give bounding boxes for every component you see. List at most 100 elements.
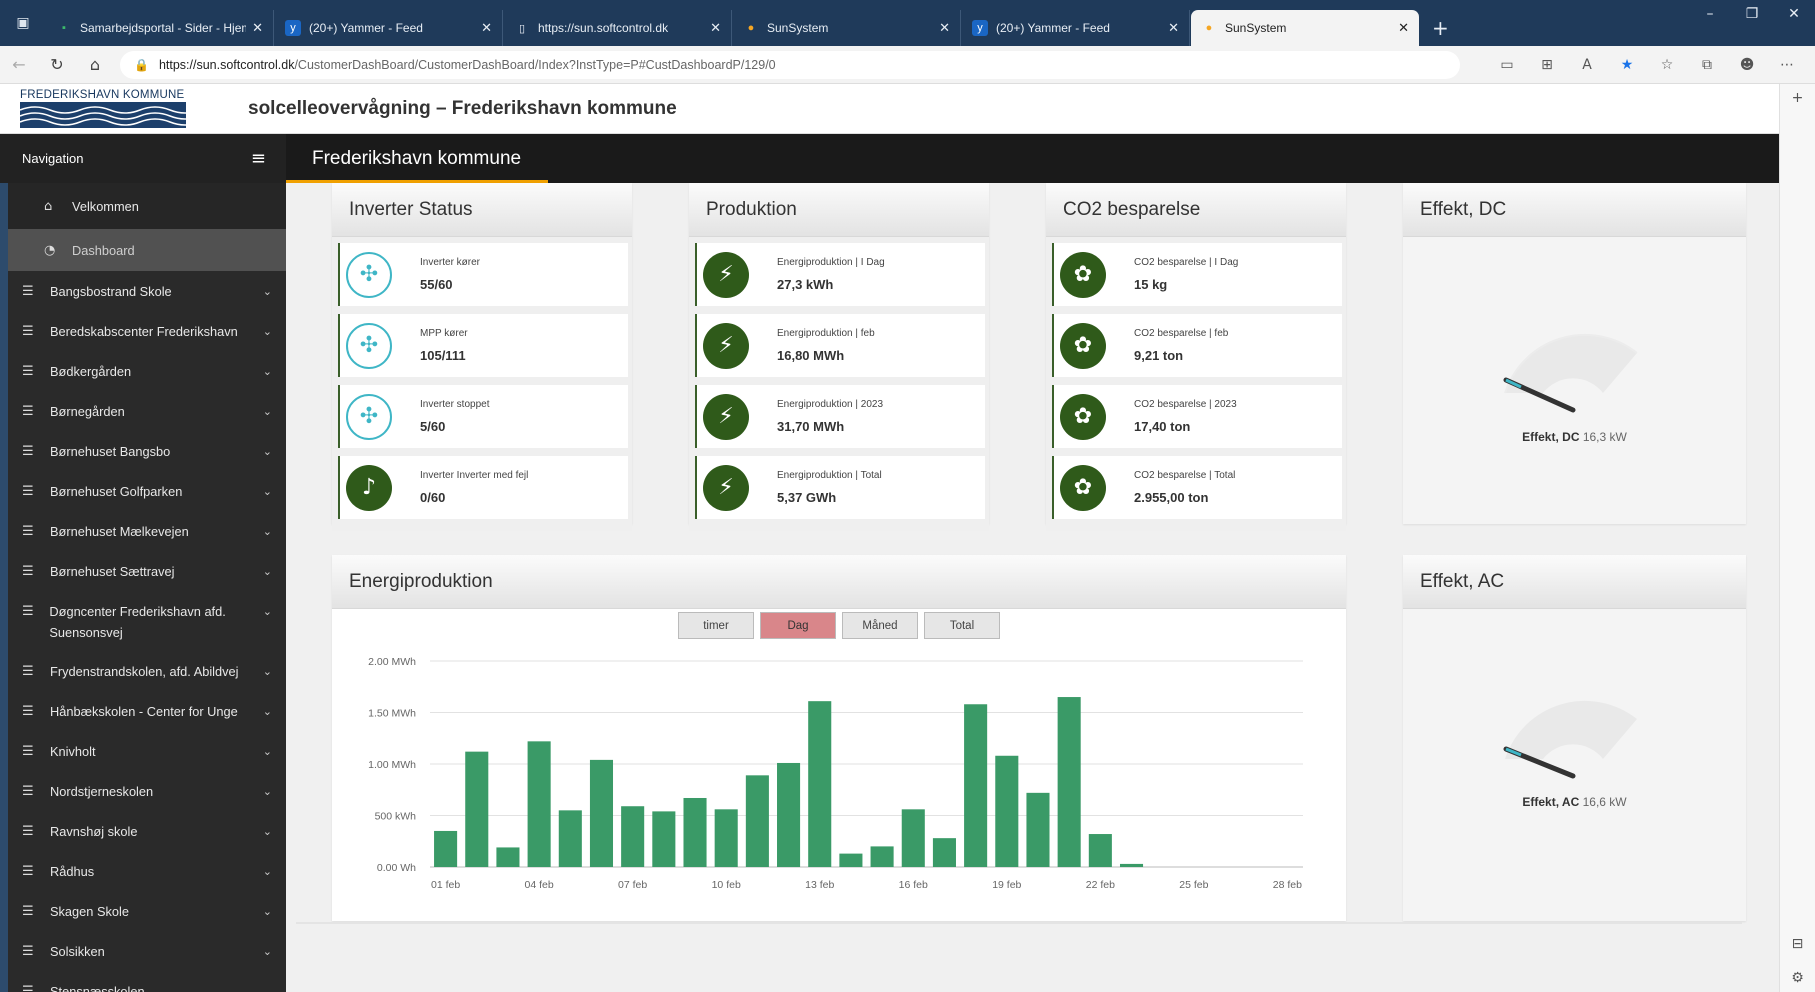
apps-icon[interactable]: ⊞ bbox=[1527, 57, 1567, 73]
hamburger-menu-icon[interactable]: ≡ bbox=[251, 148, 266, 169]
sidebar-item-site[interactable]: ☰ Børnegården ⌄ bbox=[8, 391, 286, 431]
bar-02-feb[interactable] bbox=[465, 751, 489, 867]
sidebar-item-site[interactable]: ☰ Rådhus ⌄ bbox=[8, 851, 286, 891]
add-icon[interactable]: + bbox=[1780, 90, 1815, 106]
chevron-down-icon[interactable]: ⌄ bbox=[263, 785, 272, 798]
browser-tab[interactable]: y (20+) Yammer - Feed ✕ bbox=[962, 10, 1190, 46]
chevron-down-icon[interactable]: ⌄ bbox=[263, 985, 272, 992]
favorites-icon[interactable]: ☆ bbox=[1647, 57, 1687, 73]
chevron-down-icon[interactable]: ⌄ bbox=[263, 565, 272, 578]
favorite-star-icon[interactable]: ★ bbox=[1607, 57, 1647, 73]
minimize-icon[interactable]: – bbox=[1689, 6, 1731, 22]
bar-18-feb[interactable] bbox=[964, 704, 988, 867]
sidebar-item-site[interactable]: ☰ Bangsbostrand Skole ⌄ bbox=[8, 271, 286, 311]
lightbulb-icon: ✿ bbox=[1060, 393, 1106, 440]
bar-21-feb[interactable] bbox=[1057, 697, 1081, 867]
chevron-down-icon[interactable]: ⌄ bbox=[263, 365, 272, 378]
sidebar-item-site[interactable]: ☰ Børnehuset Bangsbo ⌄ bbox=[8, 431, 286, 471]
browser-tab[interactable]: ● SunSystem ✕ bbox=[733, 10, 961, 46]
bar-10-feb[interactable] bbox=[714, 809, 738, 867]
sidebar-item-site[interactable]: ☰ Døgncenter Frederikshavn afd. Suensonsv… bbox=[8, 591, 286, 651]
chevron-down-icon[interactable]: ⌄ bbox=[263, 745, 272, 758]
sidebar-item-site[interactable]: ☰ Knivholt ⌄ bbox=[8, 731, 286, 771]
sidebar-item-site[interactable]: ☰ Bødkergården ⌄ bbox=[8, 351, 286, 391]
bar-07-feb[interactable] bbox=[621, 806, 645, 867]
close-icon[interactable]: ✕ bbox=[1168, 21, 1179, 36]
bar-09-feb[interactable] bbox=[683, 797, 707, 867]
period-button-total[interactable]: Total bbox=[924, 612, 1000, 639]
bar-12-feb[interactable] bbox=[777, 762, 801, 867]
reader-icon[interactable]: ▭ bbox=[1487, 57, 1527, 73]
close-window-icon[interactable]: ✕ bbox=[1773, 6, 1815, 22]
sidebar-item-velkommen[interactable]: ⌂ Velkommen bbox=[8, 183, 286, 229]
bar-13-feb[interactable] bbox=[808, 701, 832, 867]
browser-tab-active[interactable]: ● SunSystem ✕ bbox=[1191, 10, 1419, 46]
sidebar-item-site[interactable]: ☰ Stensnæsskolen ⌄ bbox=[8, 971, 286, 992]
back-icon[interactable]: ← bbox=[0, 55, 38, 74]
split-screen-icon[interactable]: ⊟ bbox=[1780, 936, 1815, 952]
tab-actions-icon[interactable]: ▣ bbox=[0, 0, 46, 46]
bar-20-feb[interactable] bbox=[1026, 792, 1050, 867]
bar-11-feb[interactable] bbox=[745, 775, 769, 867]
close-icon[interactable]: ✕ bbox=[252, 21, 263, 36]
sidebar-item-site[interactable]: ☰ Skagen Skole ⌄ bbox=[8, 891, 286, 931]
sidebar-item-site[interactable]: ☰ Nordstjerneskolen ⌄ bbox=[8, 771, 286, 811]
refresh-icon[interactable]: ↻ bbox=[38, 55, 76, 74]
browser-tab[interactable]: y (20+) Yammer - Feed ✕ bbox=[275, 10, 503, 46]
sidebar-item-dashboard[interactable]: ◔ Dashboard bbox=[8, 229, 286, 271]
sidebar-item-site[interactable]: ☰ Solsikken ⌄ bbox=[8, 931, 286, 971]
chevron-down-icon[interactable]: ⌄ bbox=[263, 665, 272, 678]
restore-icon[interactable]: ❐ bbox=[1731, 6, 1773, 22]
sidebar-item-site[interactable]: ☰ Hånbækskolen - Center for Unge ⌄ bbox=[8, 691, 286, 731]
panel-title: Inverter Status bbox=[332, 183, 632, 237]
sidebar-item-site[interactable]: ☰ Børnehuset Sættravej ⌄ bbox=[8, 551, 286, 591]
close-icon[interactable]: ✕ bbox=[481, 21, 492, 36]
url-field[interactable]: 🔒 https://sun.softcontrol.dk/CustomerDas… bbox=[120, 50, 1460, 79]
chevron-down-icon[interactable]: ⌄ bbox=[263, 865, 272, 878]
bar-06-feb[interactable] bbox=[589, 759, 614, 867]
home-icon[interactable]: ⌂ bbox=[76, 55, 114, 74]
browser-tab[interactable]: ▪ Samarbejdsportal - Sider - Hjem ✕ bbox=[46, 10, 274, 46]
collections-icon[interactable]: ⧉ bbox=[1687, 57, 1727, 73]
sidebar-item-site[interactable]: ☰ Beredskabscenter Frederikshavn ⌄ bbox=[8, 311, 286, 351]
bar-14-feb[interactable] bbox=[839, 853, 863, 867]
close-icon[interactable]: ✕ bbox=[939, 21, 950, 36]
bar-01-feb[interactable] bbox=[434, 830, 458, 867]
bar-16-feb[interactable] bbox=[901, 809, 925, 867]
bar-17-feb[interactable] bbox=[932, 838, 956, 867]
sidebar-item-site[interactable]: ☰ Børnehuset Mælkevejen ⌄ bbox=[8, 511, 286, 551]
period-button-dag[interactable]: Dag bbox=[760, 612, 836, 639]
chevron-down-icon[interactable]: ⌄ bbox=[263, 485, 272, 498]
more-icon[interactable]: ⋯ bbox=[1767, 57, 1807, 73]
chevron-down-icon[interactable]: ⌄ bbox=[263, 405, 272, 418]
bar-05-feb[interactable] bbox=[558, 810, 582, 867]
bar-15-feb[interactable] bbox=[870, 846, 894, 867]
sidebar-item-site[interactable]: ☰ Ravnshøj skole ⌄ bbox=[8, 811, 286, 851]
bar-19-feb[interactable] bbox=[995, 755, 1019, 867]
chevron-down-icon[interactable]: ⌄ bbox=[263, 285, 272, 298]
sidebar-item-site[interactable]: ☰ Frydenstrandskolen, afd. Abildvej ⌄ bbox=[8, 651, 286, 691]
period-button-mned[interactable]: Måned bbox=[842, 612, 918, 639]
chevron-down-icon[interactable]: ⌄ bbox=[263, 445, 272, 458]
close-icon[interactable]: ✕ bbox=[1398, 21, 1409, 36]
chevron-down-icon[interactable]: ⌄ bbox=[263, 905, 272, 918]
bar-22-feb[interactable] bbox=[1088, 834, 1112, 867]
chevron-down-icon[interactable]: ⌄ bbox=[263, 705, 272, 718]
chevron-down-icon[interactable]: ⌄ bbox=[263, 825, 272, 838]
chevron-down-icon[interactable]: ⌄ bbox=[263, 525, 272, 538]
settings-icon[interactable]: ⚙ bbox=[1780, 970, 1815, 986]
close-icon[interactable]: ✕ bbox=[710, 21, 721, 36]
chevron-down-icon[interactable]: ⌄ bbox=[263, 945, 272, 958]
bar-04-feb[interactable] bbox=[527, 741, 551, 867]
period-button-timer[interactable]: timer bbox=[678, 612, 754, 639]
read-aloud-icon[interactable]: A bbox=[1567, 57, 1607, 73]
bar-08-feb[interactable] bbox=[652, 811, 676, 867]
browser-tab[interactable]: ▯ https://sun.softcontrol.dk ✕ bbox=[504, 10, 732, 46]
chevron-down-icon[interactable]: ⌄ bbox=[263, 601, 272, 622]
bar-03-feb[interactable] bbox=[496, 847, 520, 867]
profile-avatar[interactable]: ☻ bbox=[1727, 57, 1767, 73]
sidebar-item-site[interactable]: ☰ Børnehuset Golfparken ⌄ bbox=[8, 471, 286, 511]
chevron-down-icon[interactable]: ⌄ bbox=[263, 325, 272, 338]
bar-23-feb[interactable] bbox=[1119, 863, 1144, 867]
new-tab-icon[interactable]: + bbox=[1420, 10, 1461, 46]
